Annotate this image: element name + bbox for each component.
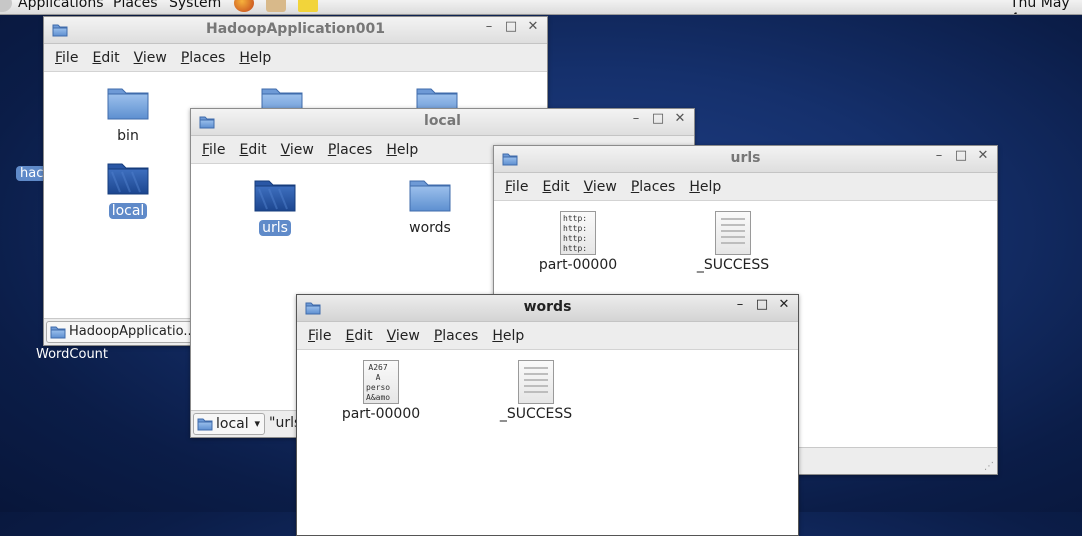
file-item[interactable]: http: http: http: http: part-00000 <box>523 211 633 273</box>
file-item[interactable]: _SUCCESS <box>481 360 591 422</box>
menu-edit[interactable]: Edit <box>535 179 576 195</box>
item-label: _SUCCESS <box>499 406 573 422</box>
folder-icon <box>408 174 452 214</box>
path-button-label: HadoopApplicatio... <box>69 324 196 339</box>
desktop-wordcount-label[interactable]: WordCount <box>36 347 108 362</box>
window-title: words <box>523 299 572 315</box>
hadoop-titlebar[interactable]: HadoopApplication001 – □ ✕ <box>44 17 547 44</box>
menu-places[interactable]: Places <box>174 50 233 66</box>
folder-icon <box>106 157 150 197</box>
file-preview: A267 A perso A&amo <box>366 363 391 402</box>
item-label: words <box>409 220 451 236</box>
clock[interactable]: Thu May 4 <box>1010 0 1082 14</box>
menubar: File Edit View Places Help <box>297 322 798 350</box>
menu-help[interactable]: Help <box>485 328 531 344</box>
maximize-button[interactable]: □ <box>502 19 520 39</box>
places-menu[interactable]: Places <box>113 0 158 11</box>
window-title: HadoopApplication001 <box>206 21 385 37</box>
window-title: urls <box>730 150 761 166</box>
item-label: local <box>108 203 148 219</box>
folder-item-selected[interactable]: local <box>73 157 183 219</box>
urls-titlebar[interactable]: urls – □ ✕ <box>494 146 997 173</box>
folder-icon <box>106 82 150 122</box>
menu-edit[interactable]: Edit <box>338 328 379 344</box>
menu-view[interactable]: View <box>127 50 174 66</box>
folder-item[interactable]: bin <box>73 82 183 144</box>
maximize-button[interactable]: □ <box>649 111 667 131</box>
text-file-icon <box>715 211 751 255</box>
words-window: words – □ ✕ File Edit View Places Help A… <box>296 294 799 536</box>
menu-view[interactable]: View <box>380 328 427 344</box>
folder-icon <box>197 417 213 431</box>
text-file-icon <box>518 360 554 404</box>
local-titlebar[interactable]: local – □ ✕ <box>191 109 694 136</box>
menu-edit[interactable]: Edit <box>85 50 126 66</box>
menu-help[interactable]: Help <box>682 179 728 195</box>
email-icon[interactable] <box>266 0 286 12</box>
minimize-button[interactable]: – <box>930 148 948 168</box>
system-menu[interactable]: System <box>169 0 221 11</box>
notes-icon[interactable] <box>298 0 318 12</box>
location-select-value: local <box>216 416 249 432</box>
menu-places[interactable]: Places <box>321 142 380 158</box>
menu-help[interactable]: Help <box>232 50 278 66</box>
close-button[interactable]: ✕ <box>775 297 793 317</box>
folder-icon <box>253 174 297 214</box>
path-button[interactable]: HadoopApplicatio... <box>46 321 203 343</box>
folder-item-selected[interactable]: urls <box>220 174 330 236</box>
resize-grip-icon[interactable]: ⋰ <box>984 461 994 472</box>
menu-view[interactable]: View <box>577 179 624 195</box>
close-button[interactable]: ✕ <box>974 148 992 168</box>
gnome-foot-icon[interactable] <box>0 0 12 12</box>
words-titlebar[interactable]: words – □ ✕ <box>297 295 798 322</box>
menubar: File Edit View Places Help <box>494 173 997 201</box>
chevron-down-icon: ▾ <box>254 417 260 430</box>
menubar: File Edit View Places Help <box>44 44 547 72</box>
minimize-button[interactable]: – <box>480 19 498 39</box>
menu-places[interactable]: Places <box>624 179 683 195</box>
menu-help[interactable]: Help <box>379 142 425 158</box>
menu-view[interactable]: View <box>274 142 321 158</box>
item-label: _SUCCESS <box>696 257 770 273</box>
item-label: part-00000 <box>341 406 421 422</box>
close-button[interactable]: ✕ <box>671 111 689 131</box>
file-item[interactable]: A267 A perso A&amo part-00000 <box>326 360 436 422</box>
item-label: part-00000 <box>538 257 618 273</box>
folder-item[interactable]: words <box>375 174 485 236</box>
maximize-button[interactable]: □ <box>753 297 771 317</box>
minimize-button[interactable]: – <box>627 111 645 131</box>
folder-icon <box>50 325 66 339</box>
maximize-button[interactable]: □ <box>952 148 970 168</box>
file-preview: http: http: http: http: <box>563 214 588 253</box>
close-button[interactable]: ✕ <box>524 19 542 39</box>
menu-file[interactable]: File <box>48 50 85 66</box>
top-panel: Applications Places System Thu May 4 <box>0 0 1082 15</box>
firefox-icon[interactable] <box>234 0 254 12</box>
minimize-button[interactable]: – <box>731 297 749 317</box>
text-file-icon: A267 A perso A&amo <box>363 360 399 404</box>
menu-file[interactable]: File <box>498 179 535 195</box>
applications-menu[interactable]: Applications <box>18 0 104 11</box>
item-label: bin <box>117 128 139 144</box>
file-item[interactable]: _SUCCESS <box>678 211 788 273</box>
item-label: urls <box>259 220 291 236</box>
text-file-icon: http: http: http: http: <box>560 211 596 255</box>
menu-edit[interactable]: Edit <box>232 142 273 158</box>
location-select[interactable]: local ▾ <box>193 413 265 435</box>
menu-file[interactable]: File <box>301 328 338 344</box>
menu-file[interactable]: File <box>195 142 232 158</box>
window-title: local <box>424 113 461 129</box>
file-view: A267 A perso A&amo part-00000 _SUCCESS <box>297 350 798 535</box>
menu-places[interactable]: Places <box>427 328 486 344</box>
